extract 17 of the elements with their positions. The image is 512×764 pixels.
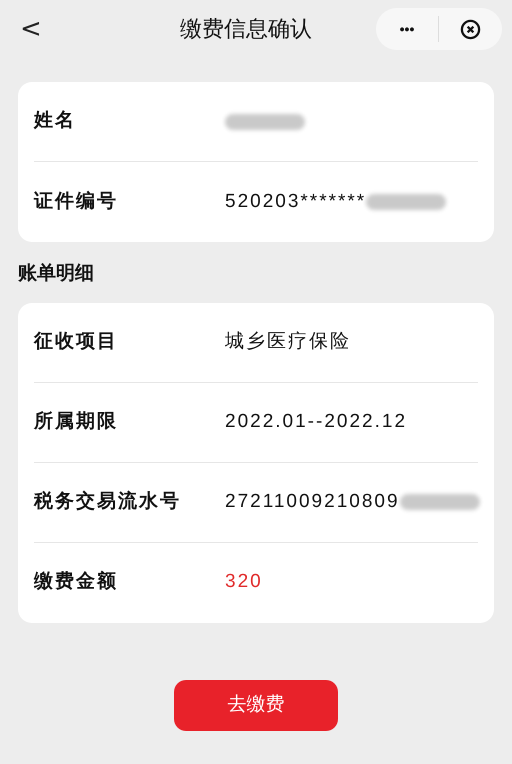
field-label: 所属期限 xyxy=(34,410,119,434)
field-label: 证件编号 xyxy=(34,190,119,214)
close-icon[interactable] xyxy=(460,18,481,40)
field-value: 27211009210809 xyxy=(225,490,400,514)
field-value: 520203******* xyxy=(225,190,366,214)
field-label: 税务交易流水号 xyxy=(34,490,182,514)
section-title: 账单明细 xyxy=(18,262,95,286)
field-label: 征收项目 xyxy=(34,330,119,354)
field-label: 缴费金额 xyxy=(34,570,119,594)
back-button[interactable]: < xyxy=(20,10,42,48)
more-button[interactable]: ••• xyxy=(376,18,438,40)
field-value: 2022.01--2022.12 xyxy=(225,410,408,434)
page-title: 缴费信息确认 xyxy=(180,15,312,43)
field-value: 320 xyxy=(225,570,263,594)
field-value: 城乡医疗保险 xyxy=(225,330,351,354)
pay-button[interactable]: 去缴费 xyxy=(174,680,338,730)
field-label: 姓名 xyxy=(34,109,77,134)
